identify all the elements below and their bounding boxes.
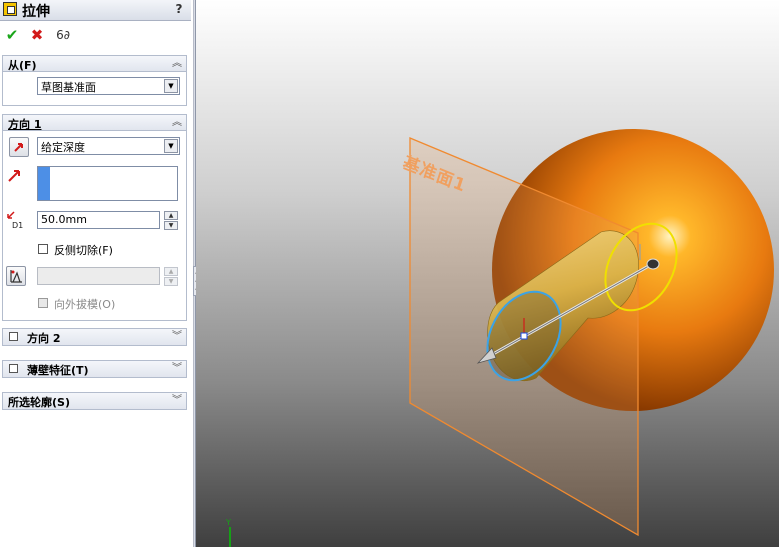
depth-spin-down[interactable]: ▼	[164, 221, 178, 230]
thin-feature-group-header[interactable]: 薄壁特征(T) ︾	[2, 360, 187, 378]
depth-d1-icon: D1	[6, 210, 26, 230]
depth-value: 50.0mm	[41, 213, 87, 226]
depth-spin-up[interactable]: ▲	[164, 211, 178, 220]
reverse-direction-icon	[14, 143, 23, 152]
direction1-group-label: 方向 1	[8, 118, 42, 131]
selected-contours-group-label: 所选轮廓(S)	[8, 396, 70, 409]
triad-y-label: Y	[225, 518, 231, 527]
from-group-label: 从(F)	[8, 59, 37, 72]
reverse-cut-checkbox[interactable]	[38, 244, 48, 254]
start-condition-select[interactable]: 草图基准面 ▼	[37, 77, 180, 95]
dropdown-arrow-icon[interactable]: ▼	[164, 139, 178, 153]
draft-outward-checkbox[interactable]	[38, 298, 48, 308]
svg-text:D1: D1	[12, 221, 23, 230]
draft-angle-input[interactable]	[37, 267, 160, 285]
cancel-x-icon[interactable]: ✖	[28, 26, 46, 44]
expand-chevron-icon[interactable]: ︾	[172, 361, 182, 376]
from-group-header[interactable]: 从(F) ︽	[2, 55, 187, 72]
dropdown-arrow-icon[interactable]: ▼	[164, 79, 178, 93]
direction2-checkbox[interactable]	[9, 332, 18, 341]
direction2-group-label: 方向 2	[27, 332, 61, 345]
extrude-icon	[3, 2, 17, 16]
direction2-group-header[interactable]: 方向 2 ︾	[2, 328, 187, 346]
thin-feature-checkbox[interactable]	[9, 364, 18, 373]
property-manager-title-bar: 拉伸 ?	[0, 0, 191, 21]
expand-chevron-icon[interactable]: ︾	[172, 329, 182, 344]
origin-point[interactable]	[520, 332, 528, 340]
ok-check-icon[interactable]: ✔	[3, 26, 21, 44]
draft-toggle-button[interactable]	[6, 266, 26, 286]
reverse-cut-label: 反侧切除(F)	[54, 244, 113, 257]
model-scene[interactable]: Y	[196, 0, 779, 547]
direction1-group-header[interactable]: 方向 1 ︽	[2, 114, 187, 131]
collapse-chevron-icon[interactable]: ︽	[172, 56, 182, 71]
from-group-body: 草图基准面 ▼	[2, 72, 187, 106]
depth-drag-handle[interactable]	[646, 258, 660, 270]
selected-contours-group-header[interactable]: 所选轮廓(S) ︾	[2, 392, 187, 410]
feature-title: 拉伸	[22, 4, 50, 20]
collapse-chevron-icon[interactable]: ︽	[172, 115, 182, 130]
direction-selection-box[interactable]	[37, 166, 178, 201]
selection-color-strip	[38, 167, 50, 200]
start-condition-value: 草图基准面	[41, 81, 96, 94]
draft-icon	[10, 270, 22, 283]
graphics-viewport[interactable]: Y 基准面1	[196, 0, 779, 547]
end-condition-select[interactable]: 给定深度 ▼	[37, 137, 180, 155]
draft-spin-up[interactable]: ▲	[164, 267, 178, 276]
detailed-preview-icon[interactable]: 6∂	[54, 26, 72, 44]
draft-spin-down[interactable]: ▼	[164, 277, 178, 286]
expand-chevron-icon[interactable]: ︾	[172, 393, 182, 408]
direction-of-extrusion-icon	[6, 166, 26, 186]
reverse-direction-button[interactable]	[9, 137, 29, 157]
thin-feature-group-label: 薄壁特征(T)	[27, 364, 89, 377]
depth-input[interactable]: 50.0mm	[37, 211, 160, 229]
property-manager: 拉伸 ? ✔ ✖ 6∂ 从(F) ︽ 草图基准面 ▼ 方向 1 ︽ 给定深度 ▼	[0, 0, 193, 547]
help-button[interactable]: ?	[170, 2, 188, 17]
end-condition-value: 给定深度	[41, 141, 85, 154]
confirmation-toolbar: ✔ ✖ 6∂	[0, 24, 191, 48]
draft-outward-label: 向外拔模(O)	[54, 298, 116, 311]
